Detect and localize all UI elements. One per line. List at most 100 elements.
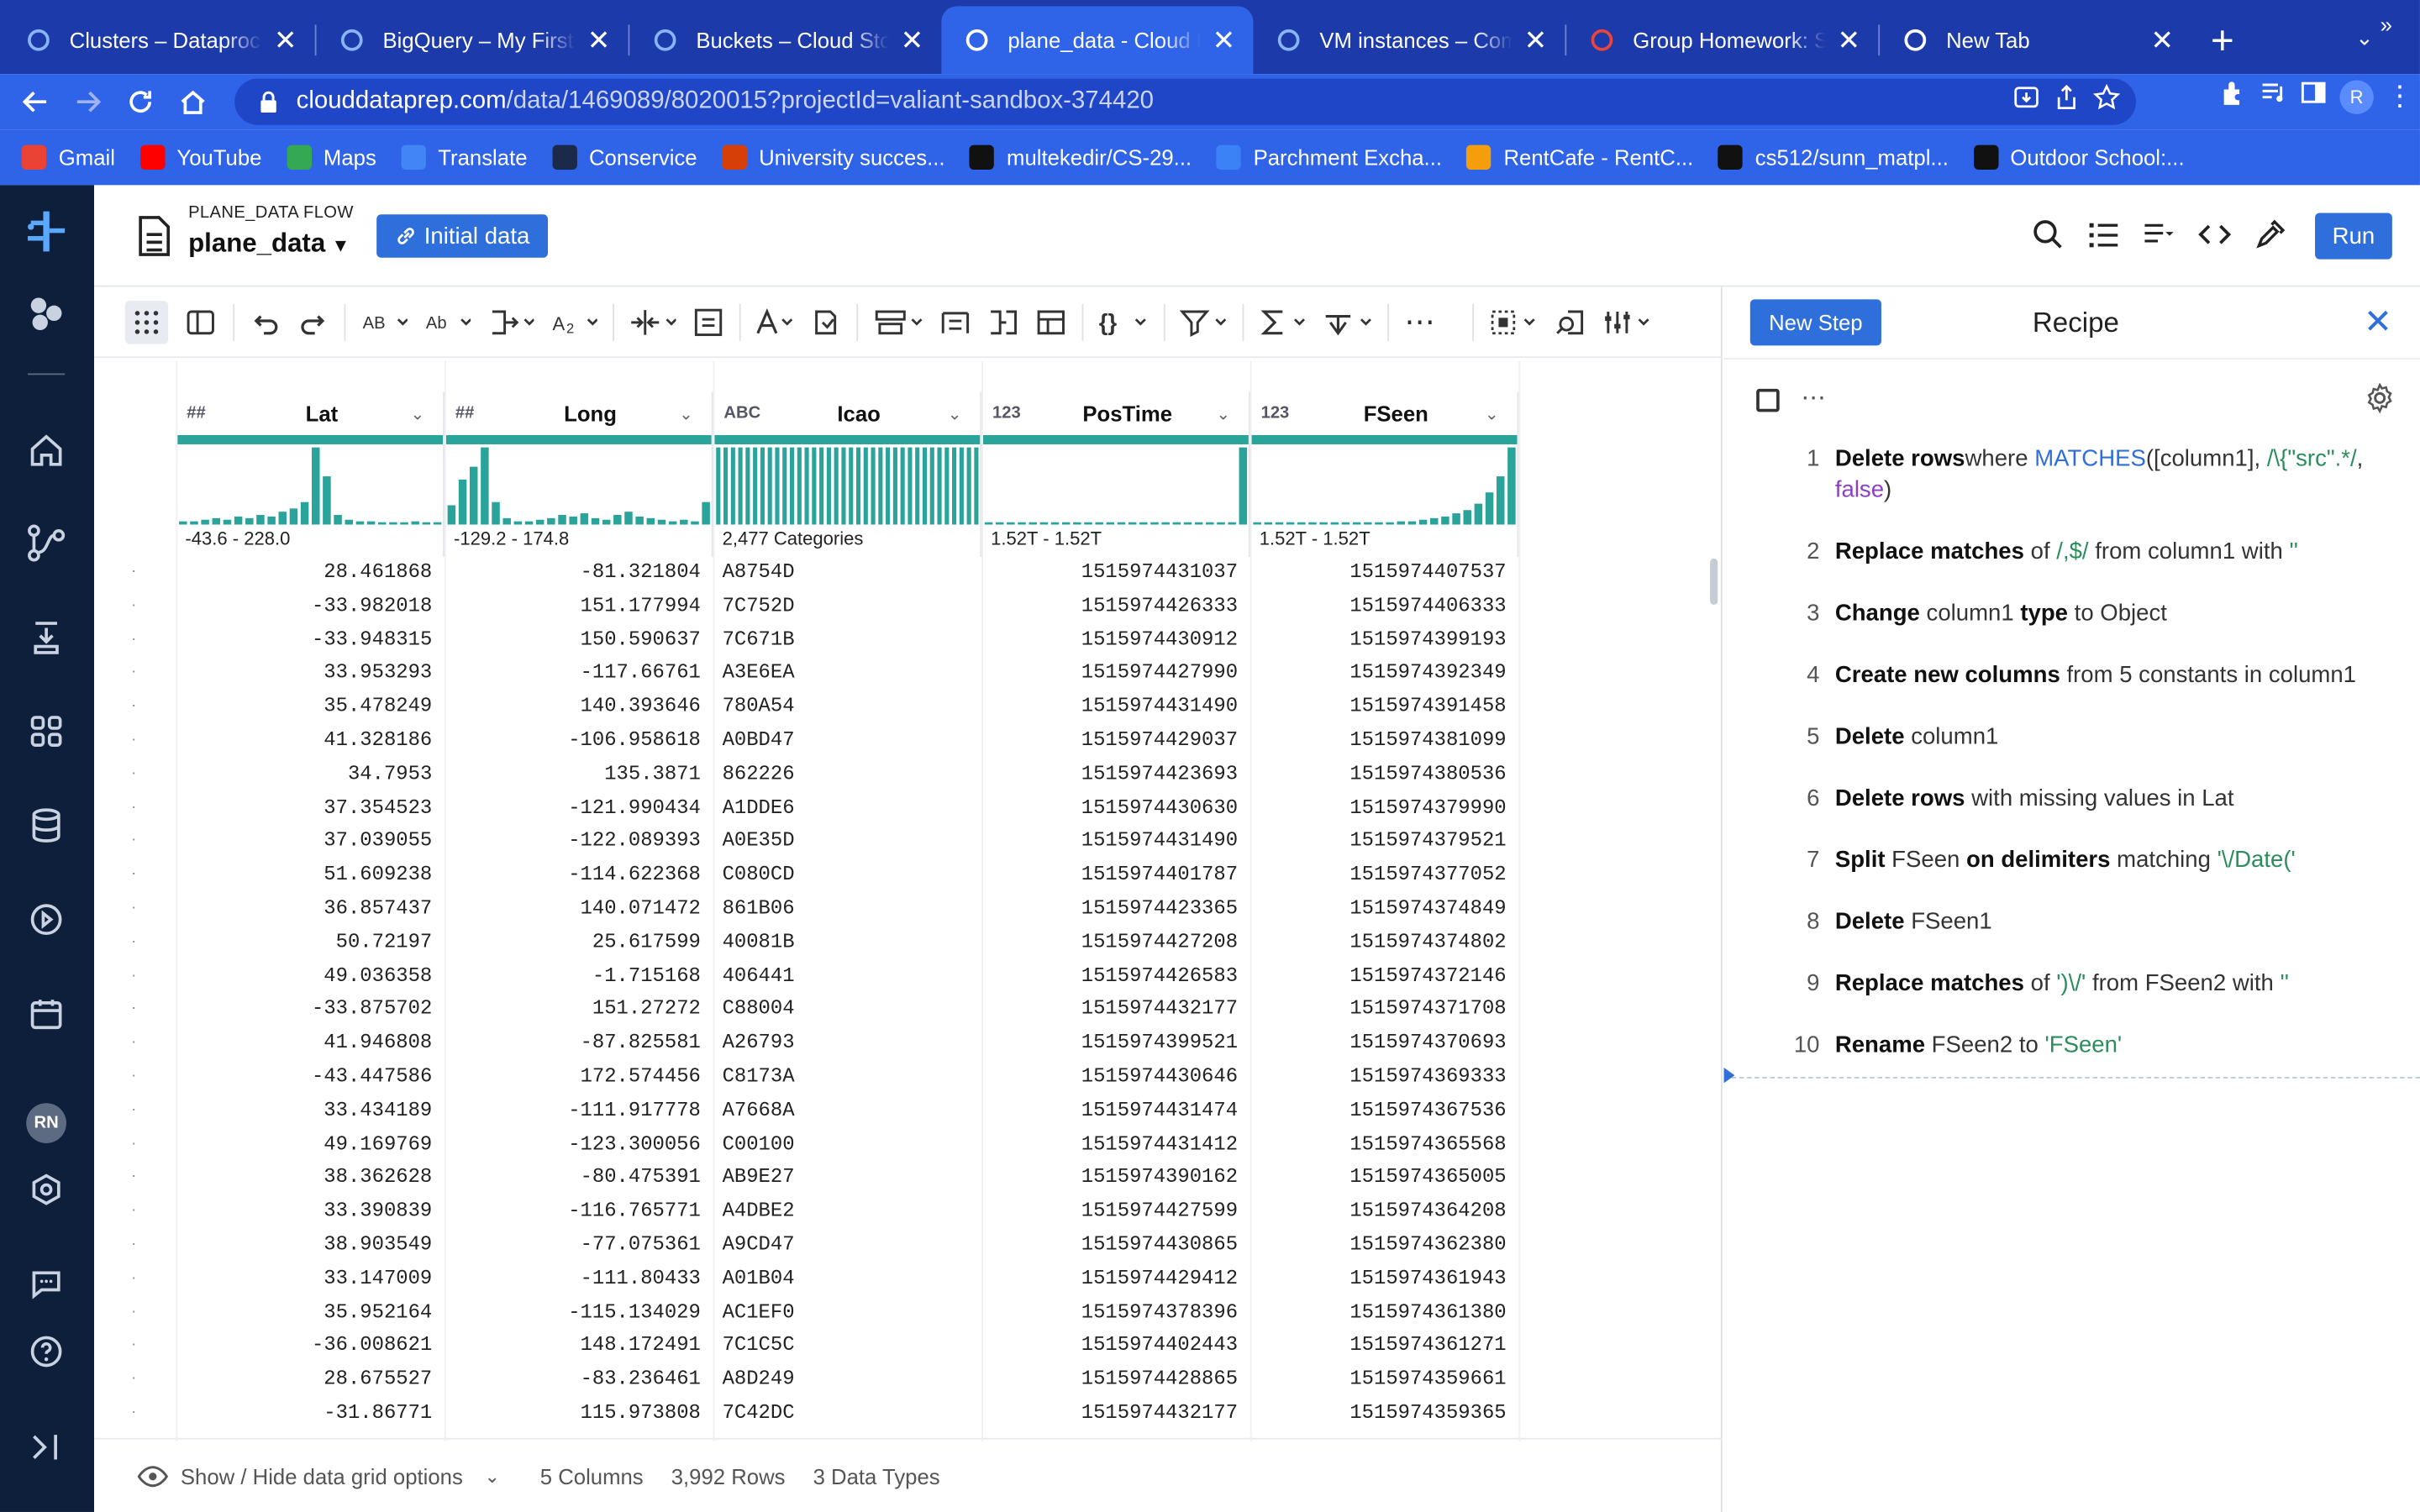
table-row[interactable]: 51.609238 -114.622368 C080CD 1515974401787 1… — [176, 858, 1522, 892]
apps-grid-icon[interactable] — [24, 708, 70, 754]
collapse-rail-icon[interactable] — [24, 1424, 70, 1470]
table-cell[interactable]: 1515974361271 — [1250, 1329, 1519, 1362]
browser-tab[interactable]: Buckets – Cloud Stora ✕ — [629, 6, 941, 74]
histogram-bar[interactable] — [1061, 522, 1071, 525]
histogram-bar[interactable] — [481, 447, 489, 525]
row-handle[interactable]: · — [131, 1094, 146, 1127]
histogram-bar[interactable] — [723, 447, 729, 525]
table-cell[interactable]: A1DDE6 — [713, 790, 982, 824]
table-cell[interactable]: 1515974372146 — [1250, 959, 1519, 993]
histogram-bar[interactable] — [458, 479, 467, 525]
histogram-bar[interactable] — [624, 512, 633, 525]
table-row[interactable]: 37.354523 -121.990434 A1DDE6 1515974430630 1… — [176, 790, 1522, 824]
table-cell[interactable]: -114.622368 — [445, 858, 713, 892]
histogram-bar[interactable] — [753, 447, 758, 525]
recipe-step[interactable]: 2 Replace matches of /,$/ from column1 wi… — [1786, 537, 2403, 568]
histogram-bar[interactable] — [547, 517, 555, 525]
row-handle[interactable]: · — [131, 1161, 146, 1194]
table-cell[interactable]: 140.393646 — [445, 690, 713, 723]
table-row[interactable]: 34.7953 135.3871 862226 1515974423693 151597… — [176, 757, 1522, 790]
table-cell[interactable]: 406441 — [713, 959, 982, 993]
table-cell[interactable]: 7C42DC — [713, 1396, 982, 1430]
histogram-bar[interactable] — [558, 514, 566, 525]
row-handle[interactable]: · — [131, 656, 146, 690]
row-handle[interactable]: · — [131, 824, 146, 858]
extensions-nav-icon[interactable] — [24, 1167, 70, 1213]
table-cell[interactable]: A01B04 — [713, 1262, 982, 1295]
histogram-bar[interactable] — [1172, 522, 1181, 525]
table-cell[interactable]: A4DBE2 — [713, 1194, 982, 1228]
library-icon[interactable] — [24, 290, 70, 336]
histogram-bar[interactable] — [190, 521, 198, 525]
table-cell[interactable]: -36.008621 — [176, 1329, 445, 1362]
column-histogram[interactable] — [1252, 444, 1518, 525]
table-cell[interactable]: 7C671B — [713, 622, 982, 656]
column-histogram[interactable] — [177, 444, 443, 525]
histogram-bar[interactable] — [1128, 522, 1137, 525]
table-cell[interactable]: 1515974431490 — [981, 690, 1250, 723]
table-cell[interactable]: -116.765771 — [445, 1194, 713, 1228]
bookmark-item[interactable]: Translate — [401, 144, 528, 171]
histogram-bar[interactable] — [1073, 522, 1081, 525]
histogram-bar[interactable] — [1228, 522, 1236, 525]
grid-view-icon[interactable] — [124, 300, 169, 344]
eyedropper-icon[interactable] — [2254, 214, 2287, 255]
histogram-bar[interactable] — [886, 447, 891, 525]
histogram-bar[interactable] — [855, 447, 861, 525]
zoom-column-icon[interactable] — [1555, 300, 1588, 343]
histogram-bar[interactable] — [937, 447, 942, 525]
histogram-bar[interactable] — [1286, 522, 1295, 525]
column-fseen[interactable]: 123 FSeen ⌄ 1.52T - 1.52T — [1250, 391, 1519, 558]
table-cell[interactable]: 1515974427208 — [981, 926, 1250, 959]
histogram-bar[interactable] — [1485, 492, 1494, 525]
histogram-bar[interactable] — [1397, 521, 1406, 525]
table-cell[interactable]: 151.177994 — [445, 589, 713, 622]
column-histogram[interactable] — [714, 444, 980, 525]
table-cell[interactable]: -87.825581 — [445, 1026, 713, 1060]
browser-tab[interactable]: Clusters – Dataproc – ✕ — [3, 6, 315, 74]
table-cell[interactable]: 7C1C5C — [713, 1329, 982, 1362]
row-handle[interactable]: · — [131, 690, 146, 723]
table-cell[interactable]: 33.147009 — [176, 1262, 445, 1295]
table-cell[interactable]: 1515974427599 — [981, 1194, 1250, 1228]
table-cell[interactable]: 1515974378396 — [981, 1295, 1250, 1329]
table-cell[interactable]: 148.172491 — [445, 1329, 713, 1362]
histogram-bar[interactable] — [812, 447, 817, 525]
table-cell[interactable]: 1515974401787 — [981, 858, 1250, 892]
table-cell[interactable]: 41.946808 — [176, 1026, 445, 1060]
rename-column-icon[interactable]: AB — [360, 300, 409, 343]
table-cell[interactable]: 1515974426333 — [981, 589, 1250, 622]
table-cell[interactable]: -33.875702 — [176, 993, 445, 1026]
histogram-bar[interactable] — [834, 447, 839, 525]
browser-tab[interactable]: plane_data - Cloud Da ✕ — [941, 6, 1254, 75]
home-nav-icon[interactable] — [24, 428, 70, 474]
histogram-bar[interactable] — [502, 517, 511, 525]
table-cell[interactable]: 49.036358 — [176, 959, 445, 993]
histogram-bar[interactable] — [908, 447, 913, 525]
profile-avatar[interactable]: R — [2339, 79, 2374, 113]
tab-close-icon[interactable]: ✕ — [1522, 24, 1549, 56]
histogram-bar[interactable] — [782, 447, 787, 525]
column-header[interactable]: 123 FSeen ⌄ — [1250, 392, 1519, 435]
table-cell[interactable]: 1515974429412 — [981, 1262, 1250, 1295]
histogram-bar[interactable] — [1496, 476, 1505, 525]
bookmark-item[interactable]: Conservice — [551, 144, 697, 171]
select-all-checkbox[interactable] — [1756, 388, 1780, 412]
share-icon[interactable] — [2053, 83, 2081, 118]
address-bar[interactable]: clouddataprep.com/data/1469089/8020015?p… — [234, 78, 2136, 125]
histogram-bar[interactable] — [245, 517, 254, 525]
table-cell[interactable]: C88004 — [713, 993, 982, 1026]
histogram-bar[interactable] — [646, 517, 655, 525]
text-format-icon[interactable]: Ab — [423, 300, 472, 343]
table-cell[interactable]: 1515974369333 — [1250, 1060, 1519, 1094]
histogram-bar[interactable] — [892, 447, 897, 525]
histogram-bar[interactable] — [730, 447, 735, 525]
recipe-step[interactable]: 7 Split FSeen on delimiters matching '\/D… — [1786, 846, 2403, 877]
table-cell[interactable]: 862226 — [713, 757, 982, 790]
table-cell[interactable]: -111.917778 — [445, 1094, 713, 1127]
recipe-step[interactable]: 6 Delete rows with missing values in Lat — [1786, 784, 2403, 815]
table-cell[interactable]: 28.675527 — [176, 1362, 445, 1396]
table-cell[interactable]: -122.089393 — [445, 824, 713, 858]
recipe-step[interactable]: 8 Delete FSeen1 — [1786, 907, 2403, 938]
histogram-bar[interactable] — [1330, 522, 1339, 525]
